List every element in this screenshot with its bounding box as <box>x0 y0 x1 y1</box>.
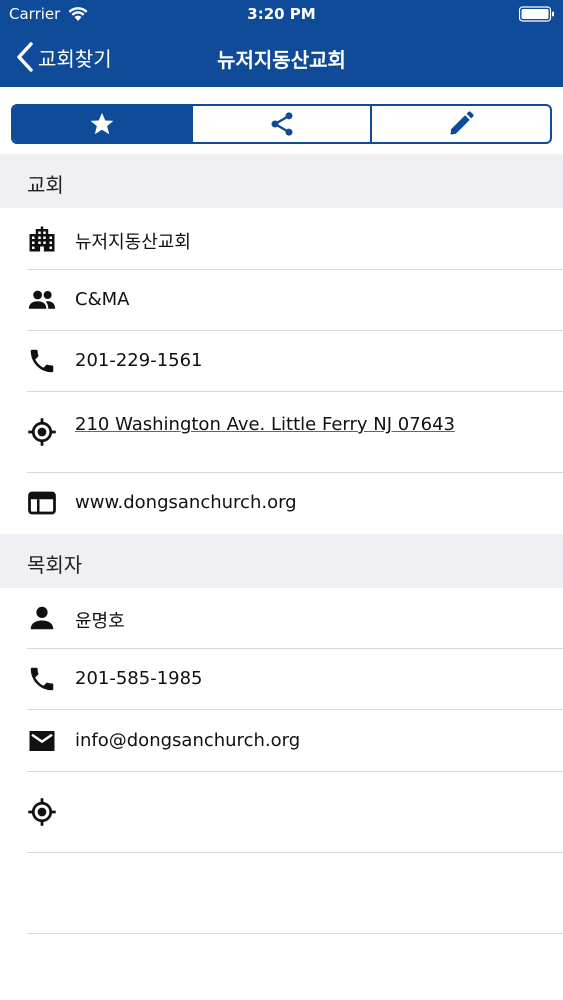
pastor-location-row[interactable] <box>0 772 563 853</box>
star-icon <box>90 112 114 135</box>
church-phone-row[interactable]: 201-229-1561 <box>0 331 563 392</box>
church-name-row[interactable]: 뉴저지동산교회 <box>0 208 563 270</box>
church-website-text: www.dongsanchurch.org <box>75 492 297 513</box>
location-target-icon <box>28 798 56 826</box>
church-section-title: 교회 <box>27 173 64 197</box>
pastor-name-text: 윤명호 <box>75 611 125 632</box>
pastor-name-row[interactable]: 윤명호 <box>0 588 563 649</box>
pastor-phone-row[interactable]: 201-585-1985 <box>0 649 563 710</box>
pastor-email-row[interactable]: info@dongsanchurch.org <box>0 710 563 772</box>
pastor-section-header: 목회자 <box>0 534 563 588</box>
pastor-email-text: info@dongsanchurch.org <box>75 730 301 751</box>
empty-row <box>0 853 563 934</box>
location-target-icon <box>28 418 56 446</box>
church-website-row[interactable]: www.dongsanchurch.org <box>0 473 563 534</box>
edit-segment[interactable] <box>370 106 550 142</box>
share-icon <box>271 112 292 136</box>
web-browser-icon <box>28 491 56 515</box>
church-phone-text: 201-229-1561 <box>75 350 203 371</box>
action-segmented-control <box>11 104 552 144</box>
denomination-row[interactable]: C&MA <box>0 270 563 331</box>
battery-icon <box>519 6 554 22</box>
pastor-phone-text: 201-585-1985 <box>75 668 203 689</box>
church-name-text: 뉴저지동산교회 <box>75 232 191 253</box>
app-header: Carrier 3:20 PM 교회찾기 뉴저지동산교회 <box>0 0 563 87</box>
pencil-icon <box>450 111 474 135</box>
church-section-header: 교회 <box>0 154 563 208</box>
phone-icon <box>30 349 54 373</box>
status-time: 3:20 PM <box>247 5 316 23</box>
denomination-text: C&MA <box>75 289 130 310</box>
mail-icon <box>29 731 55 751</box>
pastor-section-title: 목회자 <box>27 553 83 577</box>
phone-icon <box>30 667 54 691</box>
building-icon <box>29 226 55 252</box>
person-icon <box>30 606 54 630</box>
favorite-segment[interactable] <box>13 106 191 142</box>
page-title: 뉴저지동산교회 <box>217 48 346 72</box>
navigation-bar: 교회찾기 뉴저지동산교회 <box>0 30 563 87</box>
church-address-link[interactable]: 210 Washington Ave. Little Ferry NJ 0764… <box>75 414 455 435</box>
status-bar: Carrier 3:20 PM <box>0 0 563 30</box>
group-icon <box>28 290 56 309</box>
share-segment[interactable] <box>190 106 371 142</box>
church-address-row[interactable]: 210 Washington Ave. Little Ferry NJ 0764… <box>0 392 563 473</box>
row-divider <box>27 933 563 934</box>
